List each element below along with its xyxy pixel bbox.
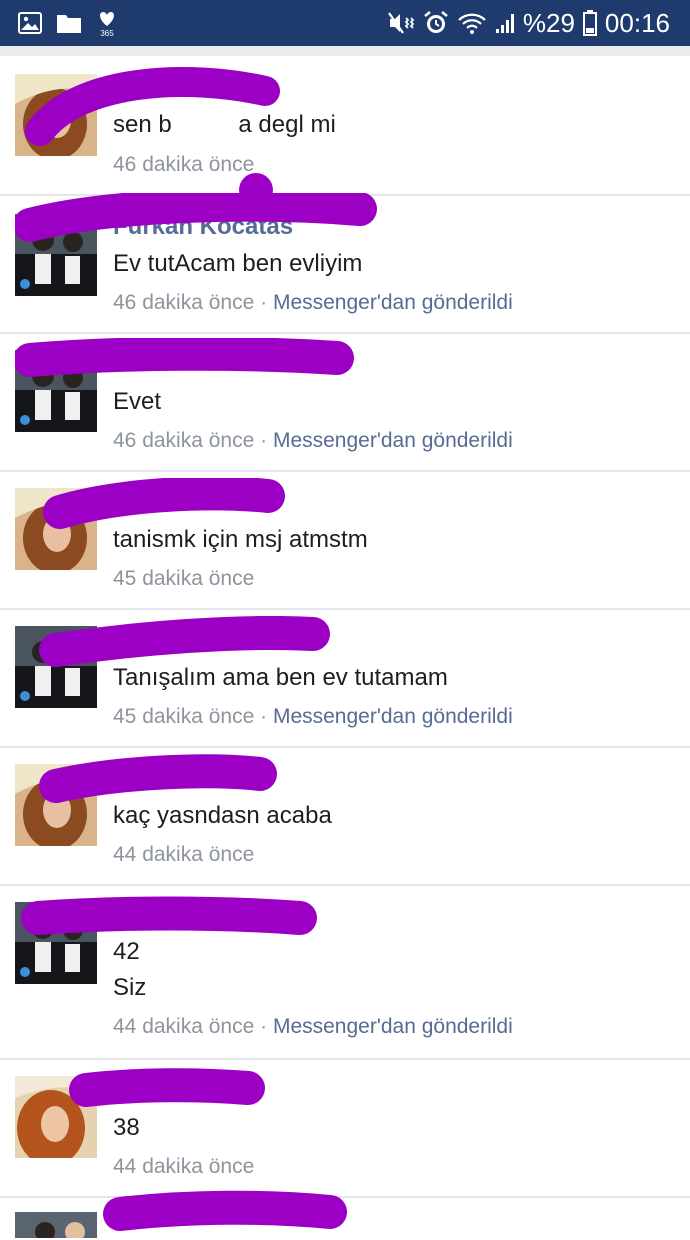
alarm-icon <box>423 10 449 36</box>
avatar[interactable] <box>15 764 97 846</box>
message-text: 42 <box>113 938 140 965</box>
message-time: 46 dakika önce <box>113 153 255 176</box>
message-meta: 46 dakika önce · Messenger'dan gönderild… <box>113 290 513 316</box>
redaction-scribble <box>69 1068 265 1107</box>
battery-icon <box>582 10 597 36</box>
clock: 00:16 <box>604 8 670 38</box>
message-time: 46 dakika önce <box>113 291 255 314</box>
message-item[interactable]: Evet 46 dakika önce · Messenger'dan gönd… <box>0 334 690 472</box>
message-meta: 46 dakika önce · Messenger'dan gönderild… <box>113 428 513 454</box>
meta-separator: · <box>254 429 273 452</box>
message-meta: 44 dakika önce <box>113 842 254 868</box>
message-time: 44 dakika önce <box>113 1155 255 1178</box>
message-item[interactable] <box>0 1190 690 1238</box>
message-text: kaç yasndasn acaba <box>113 802 332 829</box>
battery-percent: %29 <box>522 8 575 38</box>
avatar[interactable] <box>15 1076 97 1158</box>
message-item[interactable]: kaç yasndasn acaba 44 dakika önce <box>0 748 690 886</box>
message-list: sen b a degl mi 46 dakika önce Furkan Ko… <box>0 56 690 1238</box>
message-text-line2: Siz <box>113 974 147 1001</box>
wifi-icon <box>457 11 487 35</box>
health-365-icon: 365 <box>96 9 118 37</box>
svg-text:365: 365 <box>100 29 114 37</box>
avatar[interactable] <box>15 626 97 708</box>
message-meta: 45 dakika önce <box>113 566 254 592</box>
messenger-source-link[interactable]: Messenger'dan gönderildi <box>273 705 513 728</box>
message-text: Tanışalım ama ben ev tutamam <box>113 664 448 691</box>
meta-separator: · <box>254 705 273 728</box>
message-item[interactable]: 42 Siz 44 dakika önce · Messenger'dan gö… <box>0 886 690 1060</box>
message-text: 38 <box>113 1114 140 1141</box>
message-time: 46 dakika önce <box>113 429 255 452</box>
message-meta: 46 dakika önce <box>113 152 254 178</box>
message-item[interactable]: tanismk için msj atmstm 45 dakika önce <box>0 472 690 610</box>
avatar[interactable] <box>15 74 97 156</box>
avatar[interactable] <box>15 1212 97 1238</box>
sender-name: Furkan Kocatas <box>113 213 294 240</box>
message-item[interactable]: Furkan Kocatas Ev tutAcam ben evliyim 46… <box>0 193 690 334</box>
message-meta: 44 dakika önce <box>113 1154 254 1180</box>
message-meta: 44 dakika önce · Messenger'dan gönderild… <box>113 1014 513 1040</box>
list-top-separator <box>0 46 690 56</box>
avatar[interactable] <box>15 488 97 570</box>
status-bar: 365 %29 00:16 <box>0 0 690 46</box>
avatar[interactable] <box>15 214 97 296</box>
message-time: 45 dakika önce <box>113 567 255 590</box>
messenger-source-link[interactable]: Messenger'dan gönderildi <box>273 291 513 314</box>
meta-separator: · <box>254 1015 273 1038</box>
avatar[interactable] <box>15 350 97 432</box>
status-bar-system: %29 00:16 <box>387 7 670 39</box>
avatar[interactable] <box>15 902 97 984</box>
message-time: 44 dakika önce <box>113 1015 255 1038</box>
message-text: Evet <box>113 388 162 415</box>
message-item[interactable]: Tanışalım ama ben ev tutamam 45 dakika ö… <box>0 610 690 748</box>
signal-icon <box>495 11 515 35</box>
mute-vibrate-icon <box>387 11 415 35</box>
messenger-source-link[interactable]: Messenger'dan gönderildi <box>273 429 513 452</box>
folder-icon <box>56 12 82 34</box>
redaction-scribble <box>103 1190 347 1231</box>
message-text: tanismk için msj atmstm <box>113 526 368 553</box>
message-item[interactable]: sen b a degl mi 46 dakika önce <box>0 56 690 207</box>
status-bar-notifications: 365 <box>18 9 118 37</box>
meta-separator: · <box>254 291 273 314</box>
messenger-source-link[interactable]: Messenger'dan gönderildi <box>273 1015 513 1038</box>
message-text: Ev tutAcam ben evliyim <box>113 250 363 277</box>
message-meta: 45 dakika önce · Messenger'dan gönderild… <box>113 704 513 730</box>
message-time: 44 dakika önce <box>113 843 255 866</box>
gallery-icon <box>18 12 42 34</box>
message-text: sen b a degl mi <box>113 111 336 138</box>
message-time: 45 dakika önce <box>113 705 255 728</box>
message-item[interactable]: 38 44 dakika önce <box>0 1060 690 1198</box>
